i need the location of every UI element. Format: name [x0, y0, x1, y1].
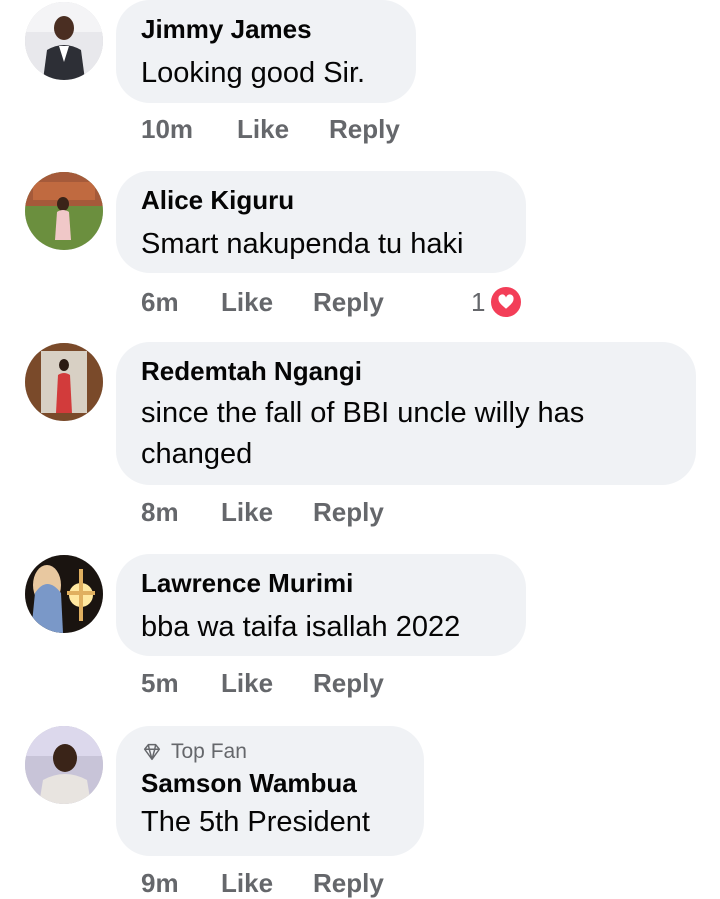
comment-bubble: Redemtah Ngangi since the fall of BBI un… — [116, 342, 696, 485]
avatar[interactable] — [25, 555, 103, 633]
commenter-name[interactable]: Alice Kiguru — [141, 185, 500, 215]
reaction-summary[interactable]: 1 — [471, 285, 524, 319]
commenter-name[interactable]: Samson Wambua — [141, 768, 398, 798]
avatar[interactable] — [25, 726, 103, 804]
comment-bubble: Top Fan Samson Wambua The 5th President — [116, 726, 424, 856]
comment-time[interactable]: 8m — [141, 497, 221, 528]
comment-text: Smart nakupenda tu haki — [141, 228, 464, 260]
avatar[interactable] — [25, 2, 103, 80]
like-button[interactable]: Like — [221, 287, 313, 318]
comment-time[interactable]: 10m — [141, 114, 237, 145]
avatar[interactable] — [25, 172, 103, 250]
reply-button[interactable]: Reply — [313, 668, 423, 699]
reply-button[interactable]: Reply — [313, 497, 423, 528]
reply-button[interactable]: Reply — [329, 114, 439, 145]
comment-time[interactable]: 9m — [141, 868, 221, 899]
badge-label: Top Fan — [171, 740, 247, 763]
comment-time[interactable]: 6m — [141, 287, 221, 318]
comment-bubble: Lawrence Murimi bba wa taifa isallah 202… — [116, 554, 526, 656]
diamond-icon — [143, 743, 161, 761]
commenter-name[interactable]: Redemtah Ngangi — [141, 356, 670, 386]
comment-actions: 5m Like Reply — [141, 668, 423, 699]
comment-time[interactable]: 5m — [141, 668, 221, 699]
heart-icon — [489, 285, 524, 319]
comment-actions: 10m Like Reply — [141, 114, 439, 145]
commenter-name[interactable]: Jimmy James — [141, 14, 390, 44]
like-button[interactable]: Like — [237, 114, 329, 145]
comment-actions: 8m Like Reply — [141, 497, 423, 528]
commenter-name[interactable]: Lawrence Murimi — [141, 568, 500, 598]
reply-button[interactable]: Reply — [313, 868, 423, 899]
reaction-count: 1 — [471, 286, 486, 317]
comment-actions: 6m Like Reply 1 — [141, 285, 524, 319]
comment-text: bba wa taifa isallah 2022 — [141, 611, 461, 643]
comment-text: Looking good Sir. — [141, 57, 366, 89]
like-button[interactable]: Like — [221, 868, 313, 899]
comment-text: since the fall of BBI uncle willy has ch… — [141, 397, 585, 470]
like-button[interactable]: Like — [221, 497, 313, 528]
like-button[interactable]: Like — [221, 668, 313, 699]
comment-bubble: Alice Kiguru Smart nakupenda tu haki — [116, 171, 526, 273]
comment-bubble: Jimmy James Looking good Sir. — [116, 0, 416, 103]
comment-text: The 5th President — [141, 806, 370, 838]
avatar[interactable] — [25, 343, 103, 421]
reply-button[interactable]: Reply — [313, 287, 423, 318]
top-fan-badge: Top Fan — [141, 740, 398, 764]
comment-actions: 9m Like Reply — [141, 868, 423, 899]
